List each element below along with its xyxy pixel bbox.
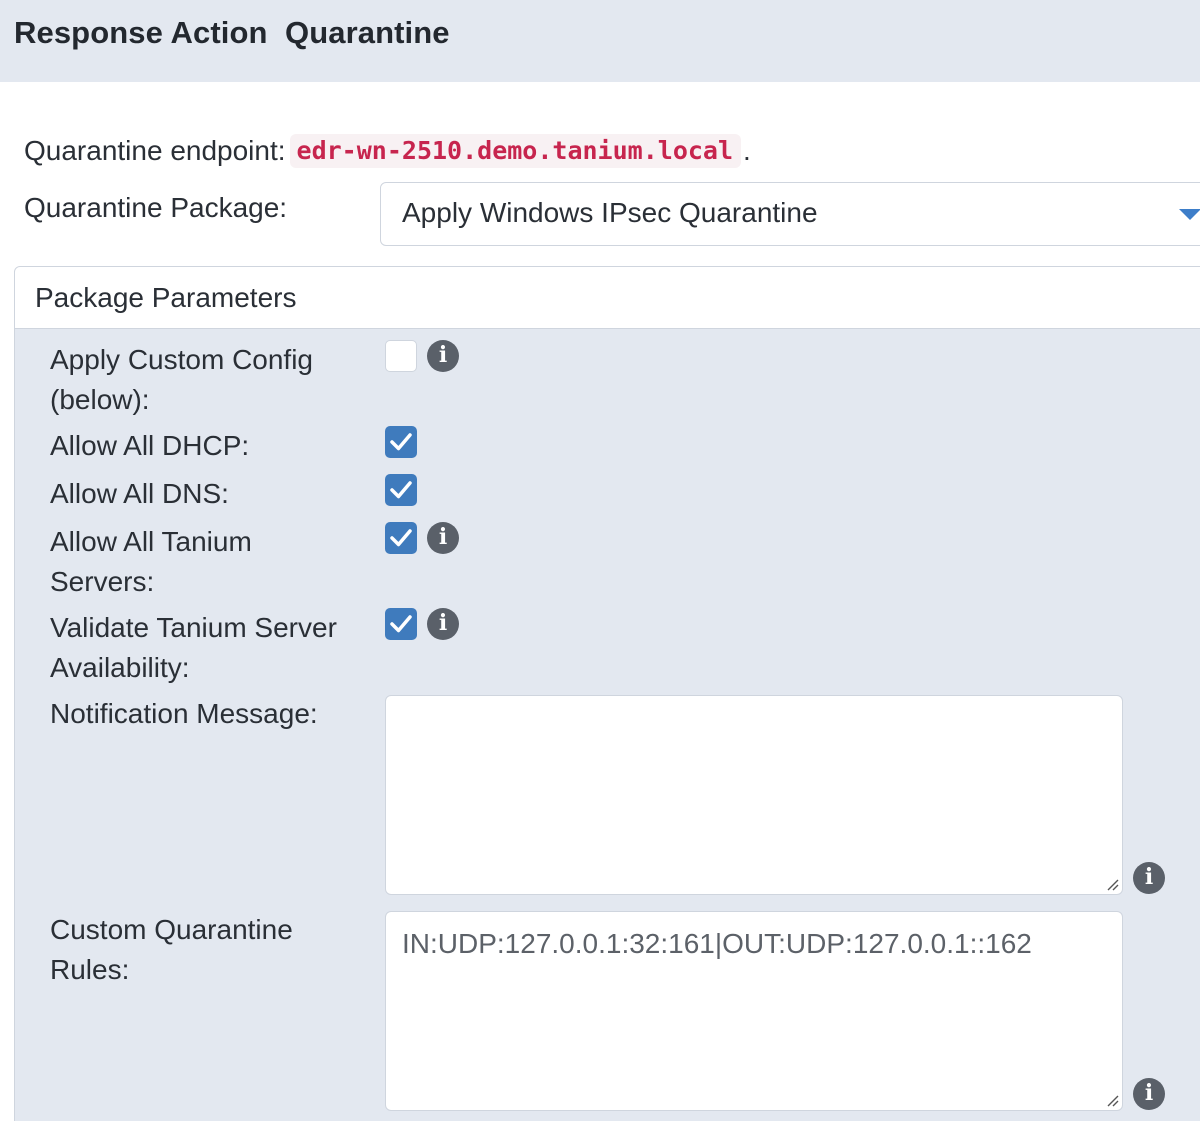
notification-message-label: Notification Message: xyxy=(50,698,318,729)
check-icon xyxy=(390,529,412,547)
validate-tanium-server-label: Validate Tanium Server Availability: xyxy=(50,612,337,683)
caret-down-icon[interactable] xyxy=(1179,209,1200,220)
resize-handle-icon[interactable] xyxy=(1105,1093,1119,1107)
resize-handle-icon[interactable] xyxy=(1105,877,1119,891)
quarantine-endpoint-row: Quarantine endpoint: edr-wn-2510.demo.ta… xyxy=(24,130,751,172)
package-parameters-header: Package Parameters xyxy=(15,267,1200,329)
allow-all-tanium-servers-label: Allow All Tanium Servers: xyxy=(50,526,252,597)
check-icon xyxy=(390,433,412,451)
quarantine-package-value: Apply Windows IPsec Quarantine xyxy=(402,197,818,228)
check-icon xyxy=(390,615,412,633)
quarantine-package-label: Quarantine Package: xyxy=(24,192,288,223)
apply-custom-config-checkbox[interactable] xyxy=(385,340,417,372)
info-icon[interactable]: i xyxy=(1133,862,1165,894)
package-parameters-panel: Package Parameters Apply Custom Config (… xyxy=(14,266,1200,1121)
endpoint-suffix: . xyxy=(743,135,751,166)
allow-all-tanium-servers-checkbox[interactable] xyxy=(385,522,417,554)
package-parameters-title: Package Parameters xyxy=(35,282,297,313)
allow-all-dns-label: Allow All DNS: xyxy=(50,478,229,509)
quarantine-endpoint-label: Quarantine endpoint: xyxy=(24,135,286,166)
custom-quarantine-rules-value: IN:UDP:127.0.0.1:32:161|OUT:UDP:127.0.0.… xyxy=(402,928,1032,959)
validate-tanium-server-checkbox[interactable] xyxy=(385,608,417,640)
info-icon[interactable]: i xyxy=(427,608,459,640)
quarantine-package-select[interactable]: Apply Windows IPsec Quarantine xyxy=(380,182,1200,246)
notification-message-textarea[interactable] xyxy=(385,695,1123,895)
custom-quarantine-rules-textarea[interactable]: IN:UDP:127.0.0.1:32:161|OUT:UDP:127.0.0.… xyxy=(385,911,1123,1111)
info-icon[interactable]: i xyxy=(1133,1078,1165,1110)
page-header: Response Action Quarantine xyxy=(0,0,1200,82)
allow-all-dhcp-checkbox[interactable] xyxy=(385,426,417,458)
info-icon[interactable]: i xyxy=(427,522,459,554)
allow-all-dns-checkbox[interactable] xyxy=(385,474,417,506)
custom-quarantine-rules-label: Custom Quarantine Rules: xyxy=(50,914,293,985)
check-icon xyxy=(390,481,412,499)
info-icon[interactable]: i xyxy=(427,340,459,372)
apply-custom-config-label: Apply Custom Config (below): xyxy=(50,344,314,415)
page-title: Response Action Quarantine xyxy=(14,15,450,50)
endpoint-hostname: edr-wn-2510.demo.tanium.local xyxy=(289,134,742,168)
allow-all-dhcp-label: Allow All DHCP: xyxy=(50,430,250,461)
